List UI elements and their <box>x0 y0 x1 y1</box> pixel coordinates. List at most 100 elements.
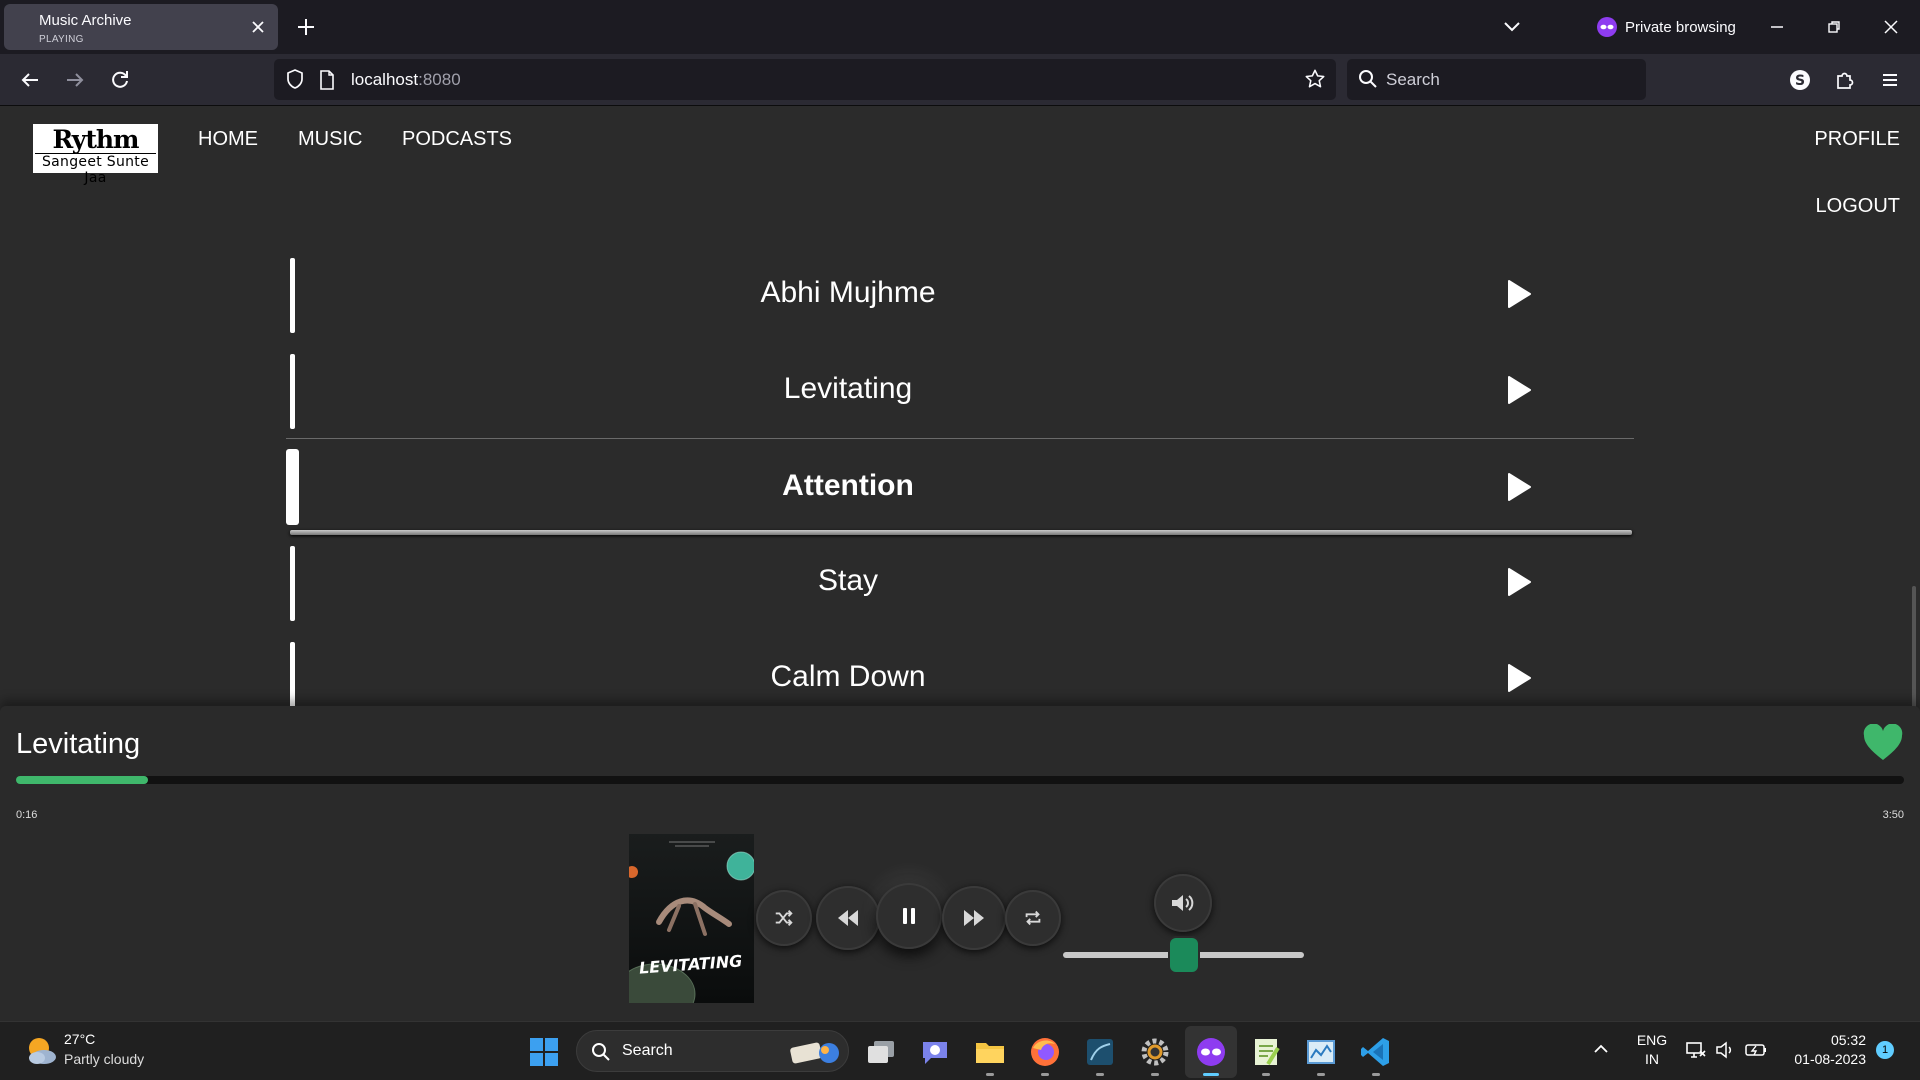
private-mask-icon <box>1596 16 1618 38</box>
tab-title: Music Archive <box>39 12 132 29</box>
browser-tab-strip: Music Archive PLAYING Private browsing <box>0 0 1920 54</box>
play-icon[interactable] <box>1506 567 1532 597</box>
account-s-icon[interactable]: S <box>1788 68 1812 92</box>
clock-time[interactable]: 05:32 <box>1776 1032 1866 1048</box>
shuffle-icon <box>773 907 795 929</box>
url-text[interactable]: localhost:8080 <box>351 70 461 90</box>
play-icon[interactable] <box>1506 279 1532 309</box>
new-tab-icon[interactable] <box>294 15 318 39</box>
browser-toolbar: localhost:8080 Search S <box>0 54 1920 106</box>
track-row[interactable]: Abhi Mujhme <box>286 246 1634 342</box>
pause-button[interactable] <box>876 883 942 949</box>
track-row-active[interactable]: Attention <box>286 438 1634 535</box>
taskbar-search-placeholder: Search <box>622 1042 673 1059</box>
weather-temperature[interactable]: 27°C <box>64 1031 95 1047</box>
cover-text: LEVITATING <box>638 951 742 977</box>
play-icon[interactable] <box>1506 375 1532 405</box>
task-view-icon[interactable] <box>863 1034 899 1070</box>
page-info-icon[interactable] <box>318 69 336 91</box>
file-explorer-icon[interactable] <box>972 1034 1008 1070</box>
running-indicator <box>1151 1073 1159 1076</box>
running-indicator <box>1372 1073 1380 1076</box>
music-player: Levitating 0:16 3:50 LEVITATING <box>0 706 1920 1021</box>
track-title: Attention <box>782 469 914 502</box>
reload-icon[interactable] <box>108 68 132 92</box>
tab-playing-label: PLAYING <box>39 34 84 45</box>
previous-button[interactable] <box>816 886 880 950</box>
mysql-workbench-icon[interactable] <box>1082 1034 1118 1070</box>
shield-icon[interactable] <box>284 68 306 90</box>
extensions-puzzle-icon[interactable] <box>1833 68 1857 92</box>
logo-title: Rythm <box>52 125 139 154</box>
task-manager-icon[interactable] <box>1303 1034 1339 1070</box>
repeat-button[interactable] <box>1005 890 1061 946</box>
logout-link[interactable]: LOGOUT <box>1816 195 1900 218</box>
search-icon <box>1358 69 1378 89</box>
firefox-private-icon[interactable] <box>1193 1034 1229 1070</box>
restore-icon[interactable] <box>1822 15 1846 39</box>
private-browsing-indicator: Private browsing <box>1596 15 1736 39</box>
track-row[interactable]: Levitating <box>286 342 1634 438</box>
nav-music[interactable]: MUSIC <box>298 128 362 151</box>
running-indicator <box>1096 1073 1104 1076</box>
browser-search-placeholder: Search <box>1386 70 1440 89</box>
elapsed-time: 0:16 <box>16 809 38 821</box>
running-indicator <box>1262 1073 1270 1076</box>
fast-forward-icon <box>962 908 986 928</box>
notification-badge[interactable]: 1 <box>1876 1041 1894 1059</box>
play-icon[interactable] <box>1506 472 1532 502</box>
nav-home[interactable]: HOME <box>198 128 258 151</box>
close-window-icon[interactable] <box>1879 15 1903 39</box>
list-all-tabs-icon[interactable] <box>1500 17 1524 37</box>
windows-start-icon[interactable] <box>526 1034 562 1070</box>
weather-sun-cloud-icon[interactable] <box>24 1035 58 1067</box>
taskbar-search[interactable]: Search <box>576 1030 849 1072</box>
clock-date[interactable]: 01-08-2023 <box>1776 1051 1866 1067</box>
forward-icon[interactable] <box>63 68 87 92</box>
app-menu-icon[interactable] <box>1878 68 1902 92</box>
progress-bar[interactable] <box>16 776 1904 784</box>
private-browsing-label: Private browsing <box>1625 18 1736 36</box>
volume-icon <box>1170 892 1196 914</box>
track-title: Stay <box>817 564 879 597</box>
settings-gear-icon[interactable] <box>1137 1034 1173 1070</box>
browser-search-bar[interactable]: Search <box>1347 59 1646 100</box>
total-duration: 3:50 <box>1882 809 1904 821</box>
track-row[interactable]: Stay <box>286 534 1634 630</box>
url-port: :8080 <box>418 70 461 89</box>
show-hidden-icons-chevron-up-icon[interactable] <box>1592 1042 1610 1056</box>
album-cover: LEVITATING <box>629 834 754 1003</box>
windows-taskbar: 27°C Partly cloudy Search ENG IN 05:32 0… <box>0 1021 1920 1080</box>
heart-icon[interactable] <box>1862 724 1904 762</box>
repeat-icon <box>1022 907 1044 929</box>
next-button[interactable] <box>942 886 1006 950</box>
battery-charging-icon[interactable] <box>1744 1039 1768 1061</box>
back-icon[interactable] <box>18 68 42 92</box>
teams-chat-icon[interactable] <box>917 1034 953 1070</box>
firefox-icon[interactable] <box>1027 1034 1063 1070</box>
tab-close-icon[interactable] <box>248 17 268 37</box>
search-highlight-icon <box>785 1037 843 1067</box>
url-bar[interactable]: localhost:8080 <box>274 59 1336 100</box>
input-region[interactable]: IN <box>1634 1051 1670 1067</box>
input-language[interactable]: ENG <box>1634 1032 1670 1048</box>
pause-icon <box>901 907 917 925</box>
nav-podcasts[interactable]: PODCASTS <box>402 128 512 151</box>
minimize-icon[interactable] <box>1765 15 1789 39</box>
progress-fill <box>16 776 149 784</box>
profile-link[interactable]: PROFILE <box>1814 128 1900 151</box>
browser-tab-music-archive[interactable]: Music Archive PLAYING <box>4 4 278 50</box>
network-icon[interactable] <box>1685 1039 1707 1061</box>
mute-button[interactable] <box>1154 874 1212 932</box>
vscode-icon[interactable] <box>1358 1034 1394 1070</box>
speaker-icon[interactable] <box>1714 1039 1736 1061</box>
volume-slider-thumb[interactable] <box>1169 938 1198 972</box>
shuffle-button[interactable] <box>756 890 812 946</box>
bookmark-star-icon[interactable] <box>1304 68 1326 90</box>
play-icon[interactable] <box>1506 663 1532 693</box>
running-indicator <box>1041 1073 1049 1076</box>
site-logo[interactable]: Rythm Sangeet Sunte Jaa <box>33 124 158 186</box>
weather-description[interactable]: Partly cloudy <box>64 1051 144 1067</box>
svg-text:S: S <box>1795 73 1805 89</box>
notepad-plus-icon[interactable] <box>1248 1034 1284 1070</box>
